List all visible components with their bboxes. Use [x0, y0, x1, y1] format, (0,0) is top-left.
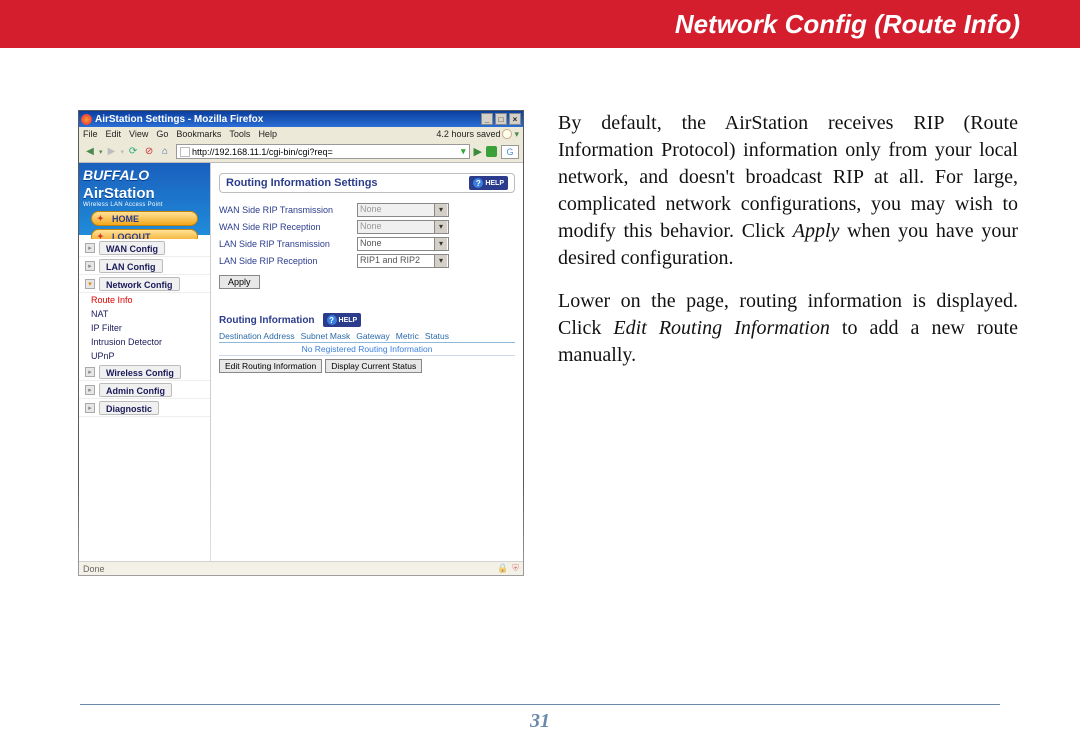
url-text: http://192.168.11.1/cgi-bin/cgi?req=: [192, 147, 333, 157]
reload-button[interactable]: ⟳: [126, 145, 140, 159]
firefox-icon: [81, 114, 92, 125]
col-destination: Destination Address: [219, 331, 295, 341]
help-button[interactable]: ?HELP: [323, 313, 362, 327]
paragraph-1: By default, the AirStation receives RIP …: [558, 110, 1018, 272]
row-wan-rx: WAN Side RIP Reception None: [219, 218, 515, 235]
page-icon: [180, 147, 190, 157]
brand-buffalo: BUFFALO: [83, 167, 206, 183]
menu-bookmarks[interactable]: Bookmarks: [176, 129, 221, 139]
nav-intrusion[interactable]: Intrusion Detector: [79, 335, 210, 349]
row-lan-tx: LAN Side RIP Transmission None: [219, 235, 515, 252]
forward-history-chevron[interactable]: ▾: [121, 148, 125, 156]
chevron-right-icon: ▸: [85, 403, 95, 413]
apply-button[interactable]: Apply: [219, 275, 260, 289]
select-wan-rx[interactable]: None: [357, 220, 449, 234]
help-icon: ?: [473, 178, 483, 188]
row-label: LAN Side RIP Transmission: [219, 239, 357, 249]
edit-routing-button[interactable]: Edit Routing Information: [219, 359, 322, 373]
nav-wireless-config[interactable]: ▸Wireless Config: [79, 363, 210, 381]
address-bar[interactable]: http://192.168.11.1/cgi-bin/cgi?req= ▾: [176, 144, 470, 159]
nav-wan-config[interactable]: ▸WAN Config: [79, 239, 210, 257]
stop-button[interactable]: ⊘: [142, 145, 156, 159]
chevron-down-icon: ▾: [85, 279, 95, 289]
page-number: 31: [0, 710, 1080, 733]
minimize-button[interactable]: _: [481, 113, 493, 125]
panel-title: Routing Information Settings: [226, 177, 378, 189]
search-box[interactable]: G: [501, 145, 519, 159]
col-metric: Metric: [396, 331, 419, 341]
menu-go[interactable]: Go: [156, 129, 168, 139]
row-label: WAN Side RIP Transmission: [219, 205, 357, 215]
row-lan-rx: LAN Side RIP Reception RIP1 and RIP2: [219, 252, 515, 269]
help-button[interactable]: ?HELP: [469, 176, 508, 190]
chevron-right-icon: ▸: [85, 367, 95, 377]
select-lan-rx[interactable]: RIP1 and RIP2: [357, 254, 449, 268]
section-title: Routing Information: [219, 315, 315, 326]
row-label: LAN Side RIP Reception: [219, 256, 357, 266]
col-subnet: Subnet Mask: [301, 331, 351, 341]
sidebar-nav: ▸WAN Config ▸LAN Config ▾Network Config …: [79, 235, 210, 421]
back-history-chevron[interactable]: ▾: [99, 148, 103, 156]
display-status-button[interactable]: Display Current Status: [325, 359, 422, 373]
nav-admin-config[interactable]: ▸Admin Config: [79, 381, 210, 399]
nav-diagnostic[interactable]: ▸Diagnostic: [79, 399, 210, 417]
hours-saved-label: 4.2 hours saved: [436, 129, 500, 139]
panel-title-bar: Routing Information Settings ?HELP: [219, 173, 515, 193]
brand-sub: Wireless LAN Access Point: [83, 202, 206, 208]
window-title: AirStation Settings - Mozilla Firefox: [95, 114, 479, 125]
col-status: Status: [425, 331, 449, 341]
menu-view[interactable]: View: [129, 129, 148, 139]
nav-toolbar: ◀ ▾ ▶ ▾ ⟳ ⊘ ⌂ http://192.168.11.1/cgi-bi…: [79, 141, 523, 163]
brand-airstation: AirStation: [83, 185, 206, 202]
menu-edit[interactable]: Edit: [106, 129, 122, 139]
window-titlebar: AirStation Settings - Mozilla Firefox _ …: [79, 111, 523, 127]
fade-overlay: [0, 485, 1080, 705]
nav-route-info[interactable]: Route Info: [79, 293, 210, 307]
go-button[interactable]: ▾: [461, 146, 466, 157]
row-wan-tx: WAN Side RIP Transmission None: [219, 201, 515, 218]
nav-nat[interactable]: NAT: [79, 307, 210, 321]
menu-help[interactable]: Help: [258, 129, 277, 139]
chevron-right-icon: ▸: [85, 385, 95, 395]
routing-table-empty: No Registered Routing Information: [219, 343, 515, 356]
chevron-right-icon: ▸: [85, 261, 95, 271]
adblock-icon[interactable]: [486, 146, 497, 157]
close-button[interactable]: ×: [509, 113, 521, 125]
page-header: Network Config (Route Info): [0, 0, 1080, 48]
routing-table-header: Destination Address Subnet Mask Gateway …: [219, 331, 515, 343]
nav-upnp[interactable]: UPnP: [79, 349, 210, 363]
routing-info-heading: Routing Information ?HELP: [219, 313, 515, 327]
go-icon[interactable]: ▶: [474, 145, 482, 158]
page-title: Network Config (Route Info): [675, 9, 1020, 40]
chevron-down-icon[interactable]: ▾: [514, 129, 519, 140]
nav-ip-filter[interactable]: IP Filter: [79, 321, 210, 335]
menu-file[interactable]: File: [83, 129, 98, 139]
page-rule: [80, 704, 1000, 705]
brand-panel: BUFFALO AirStation Wireless LAN Access P…: [79, 163, 210, 235]
nav-lan-config[interactable]: ▸LAN Config: [79, 257, 210, 275]
clock-icon: [502, 129, 512, 139]
select-lan-tx[interactable]: None: [357, 237, 449, 251]
help-icon: ?: [327, 315, 337, 325]
back-button[interactable]: ◀: [83, 145, 97, 159]
paragraph-2: Lower on the page, routing information i…: [558, 288, 1018, 369]
col-gateway: Gateway: [356, 331, 390, 341]
home-button[interactable]: ⌂: [158, 145, 172, 159]
forward-button[interactable]: ▶: [105, 145, 119, 159]
menu-bar: File Edit View Go Bookmarks Tools Help 4…: [79, 127, 523, 141]
nav-network-config[interactable]: ▾Network Config: [79, 275, 210, 293]
chevron-right-icon: ▸: [85, 243, 95, 253]
row-label: WAN Side RIP Reception: [219, 222, 357, 232]
select-wan-tx[interactable]: None: [357, 203, 449, 217]
maximize-button[interactable]: □: [495, 113, 507, 125]
menu-tools[interactable]: Tools: [229, 129, 250, 139]
routing-button-row: Edit Routing Information Display Current…: [219, 359, 515, 373]
home-pill[interactable]: HOME: [91, 211, 198, 226]
